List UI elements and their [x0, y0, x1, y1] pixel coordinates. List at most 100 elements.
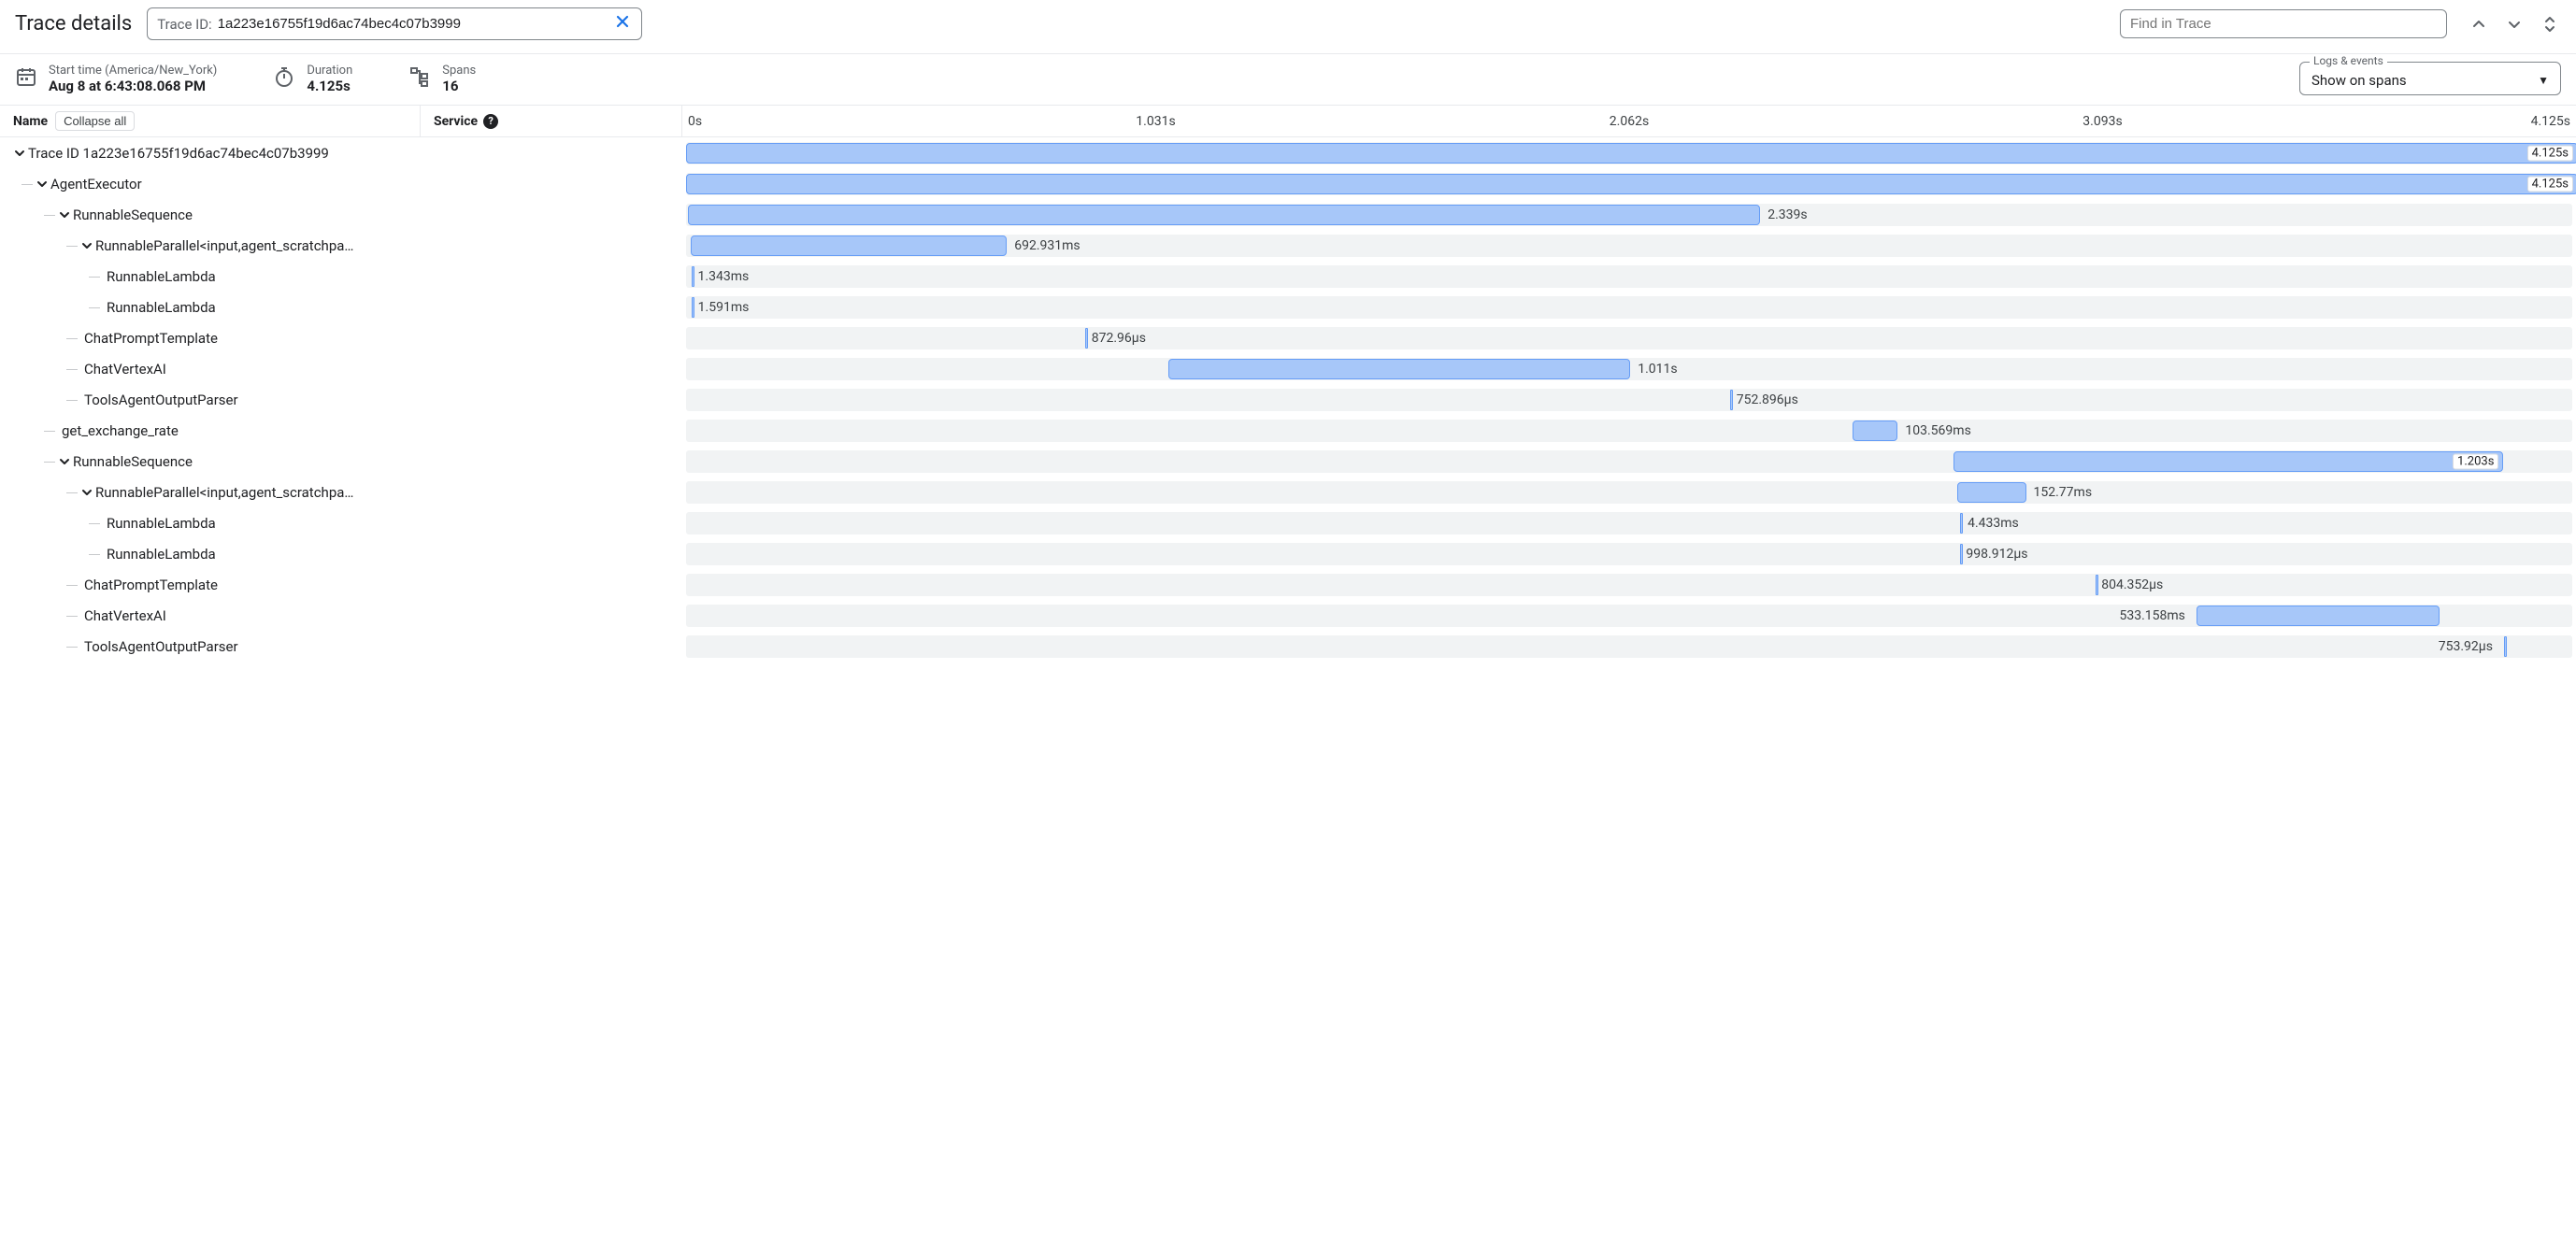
- span-bar[interactable]: [1853, 420, 1898, 441]
- unfold-icon[interactable]: [2539, 15, 2561, 34]
- span-duration-label: 998.912µs: [1966, 547, 2027, 562]
- span-name-cell: Trace ID 1a223e16755f19d6ac74bec4c07b399…: [0, 145, 421, 162]
- spans-label: Spans: [442, 64, 476, 78]
- spans-tree-icon: [408, 65, 431, 92]
- trace-row[interactable]: ChatPromptTemplate804.352µs: [0, 569, 2576, 600]
- trace-body: Trace ID 1a223e16755f19d6ac74bec4c07b399…: [0, 137, 2576, 662]
- trace-row[interactable]: ToolsAgentOutputParser752.896µs: [0, 384, 2576, 415]
- find-in-trace-input-wrapper[interactable]: [2120, 9, 2447, 38]
- calendar-icon: [15, 65, 37, 92]
- span-timeline-cell: 752.896µs: [682, 384, 2576, 415]
- spans-stat: Spans 16: [408, 64, 476, 94]
- trace-id-label: Trace ID:: [157, 16, 211, 33]
- trace-row[interactable]: RunnableLambda 1.343ms: [0, 261, 2576, 292]
- span-bar[interactable]: [691, 235, 1007, 256]
- span-name-cell: ChatPromptTemplate: [0, 330, 421, 347]
- span-bar[interactable]: [1960, 513, 1963, 534]
- logs-events-select[interactable]: Logs & events Show on spans ▼: [2299, 62, 2561, 95]
- chevron-down-icon[interactable]: [79, 487, 95, 498]
- span-duration-label: 1.203s: [2453, 453, 2498, 469]
- span-name-cell: RunnableParallel<input,agent_scratchpa…: [0, 484, 421, 501]
- trace-row[interactable]: RunnableParallel<input,agent_scratchpa… 1…: [0, 477, 2576, 507]
- span-bar[interactable]: 4.125s: [686, 143, 2576, 164]
- trace-row[interactable]: RunnableParallel<input,agent_scratchpa…6…: [0, 230, 2576, 261]
- span-bar[interactable]: [1730, 390, 1733, 410]
- trace-row[interactable]: ChatVertexAI 1.011s: [0, 353, 2576, 384]
- span-bar[interactable]: 1.203s: [1953, 451, 2504, 472]
- span-bar[interactable]: [1085, 328, 1088, 349]
- span-bar[interactable]: [688, 205, 1760, 225]
- start-time-value: Aug 8 at 6:43:08.068 PM: [49, 78, 217, 94]
- help-icon[interactable]: ?: [483, 114, 498, 129]
- duration-label: Duration: [307, 64, 352, 78]
- trace-row[interactable]: Trace ID 1a223e16755f19d6ac74bec4c07b399…: [0, 137, 2576, 168]
- span-duration-label: 753.92µs: [2439, 639, 2493, 654]
- span-bar[interactable]: [1960, 544, 1963, 564]
- trace-row[interactable]: ToolsAgentOutputParser753.92µs: [0, 631, 2576, 662]
- span-name: ChatVertexAI: [84, 607, 421, 624]
- span-timeline-cell: 1.011s: [682, 353, 2576, 384]
- span-name-cell: RunnableSequence: [0, 207, 421, 223]
- span-timeline-cell: 152.77ms: [682, 477, 2576, 507]
- column-name-label: Name: [13, 114, 48, 129]
- trace-id-input-wrapper[interactable]: Trace ID:: [147, 7, 642, 40]
- trace-row[interactable]: RunnableLambda1.591ms: [0, 292, 2576, 322]
- span-duration-label: 1.343ms: [698, 269, 750, 284]
- span-name: ChatPromptTemplate: [84, 577, 421, 593]
- span-duration-label: 692.931ms: [1014, 238, 1080, 253]
- span-name: RunnableLambda: [107, 515, 421, 532]
- span-bar[interactable]: [1957, 482, 2025, 503]
- stopwatch-icon: [273, 65, 295, 92]
- duration-stat: Duration 4.125s: [273, 64, 352, 94]
- span-bar[interactable]: [692, 266, 694, 287]
- span-duration-label: 1.591ms: [698, 300, 750, 315]
- span-timeline-cell: 103.569ms: [682, 415, 2576, 446]
- column-name: Name Collapse all: [0, 106, 421, 136]
- span-name-cell: AgentExecutor: [0, 176, 421, 192]
- span-name: ChatPromptTemplate: [84, 330, 421, 347]
- chevron-down-icon[interactable]: [56, 209, 73, 221]
- span-duration-label: 152.77ms: [2034, 485, 2093, 500]
- span-bar[interactable]: 4.125s: [686, 174, 2576, 194]
- span-name: RunnableLambda: [107, 268, 421, 285]
- trace-row[interactable]: RunnableLambda998.912µs: [0, 538, 2576, 569]
- timeline-tick: 2.062s: [1610, 114, 1649, 129]
- span-timeline-cell: 4.125s: [682, 137, 2576, 168]
- trace-row[interactable]: RunnableSequence 1.203s: [0, 446, 2576, 477]
- chevron-down-icon[interactable]: [2503, 13, 2526, 36]
- span-bar[interactable]: [2096, 575, 2098, 595]
- start-time-stat: Start time (America/New_York) Aug 8 at 6…: [15, 64, 217, 94]
- chevron-down-icon[interactable]: [79, 240, 95, 251]
- chevron-down-icon[interactable]: [34, 178, 50, 190]
- trace-row[interactable]: get_exchange_rate103.569ms: [0, 415, 2576, 446]
- collapse-all-button[interactable]: Collapse all: [55, 111, 135, 131]
- span-bar[interactable]: [2197, 606, 2440, 626]
- trace-id-input[interactable]: [218, 16, 614, 32]
- trace-row[interactable]: ChatPromptTemplate 872.96µs: [0, 322, 2576, 353]
- trace-row[interactable]: RunnableLambda4.433ms: [0, 507, 2576, 538]
- header-nav-icons: [2468, 13, 2561, 36]
- span-name-cell: RunnableLambda: [0, 268, 421, 285]
- chevron-down-icon[interactable]: [56, 456, 73, 467]
- span-duration-label: 752.896µs: [1737, 392, 1798, 407]
- duration-value: 4.125s: [307, 78, 352, 94]
- span-bar[interactable]: [1168, 359, 1631, 379]
- span-name: ChatVertexAI: [84, 361, 421, 378]
- close-icon[interactable]: [613, 14, 632, 34]
- span-bar[interactable]: [2504, 636, 2507, 657]
- trace-row[interactable]: ChatVertexAI 533.158ms: [0, 600, 2576, 631]
- span-name-cell: RunnableSequence: [0, 453, 421, 470]
- chevron-up-icon[interactable]: [2468, 13, 2490, 36]
- span-timeline-cell: 533.158ms: [682, 600, 2576, 631]
- trace-row[interactable]: AgentExecutor 4.125s: [0, 168, 2576, 199]
- span-bar[interactable]: [692, 297, 694, 318]
- chevron-down-icon[interactable]: [11, 148, 28, 159]
- find-in-trace-input[interactable]: [2130, 16, 2437, 32]
- span-duration-label: 103.569ms: [1905, 423, 1970, 438]
- trace-row[interactable]: RunnableSequence2.339s: [0, 199, 2576, 230]
- summary-bar: Start time (America/New_York) Aug 8 at 6…: [0, 54, 2576, 106]
- span-duration-label: 872.96µs: [1092, 331, 1146, 346]
- span-timeline-cell: 1.203s: [682, 446, 2576, 477]
- start-time-label: Start time (America/New_York): [49, 64, 217, 78]
- span-name: Trace ID 1a223e16755f19d6ac74bec4c07b399…: [28, 145, 421, 162]
